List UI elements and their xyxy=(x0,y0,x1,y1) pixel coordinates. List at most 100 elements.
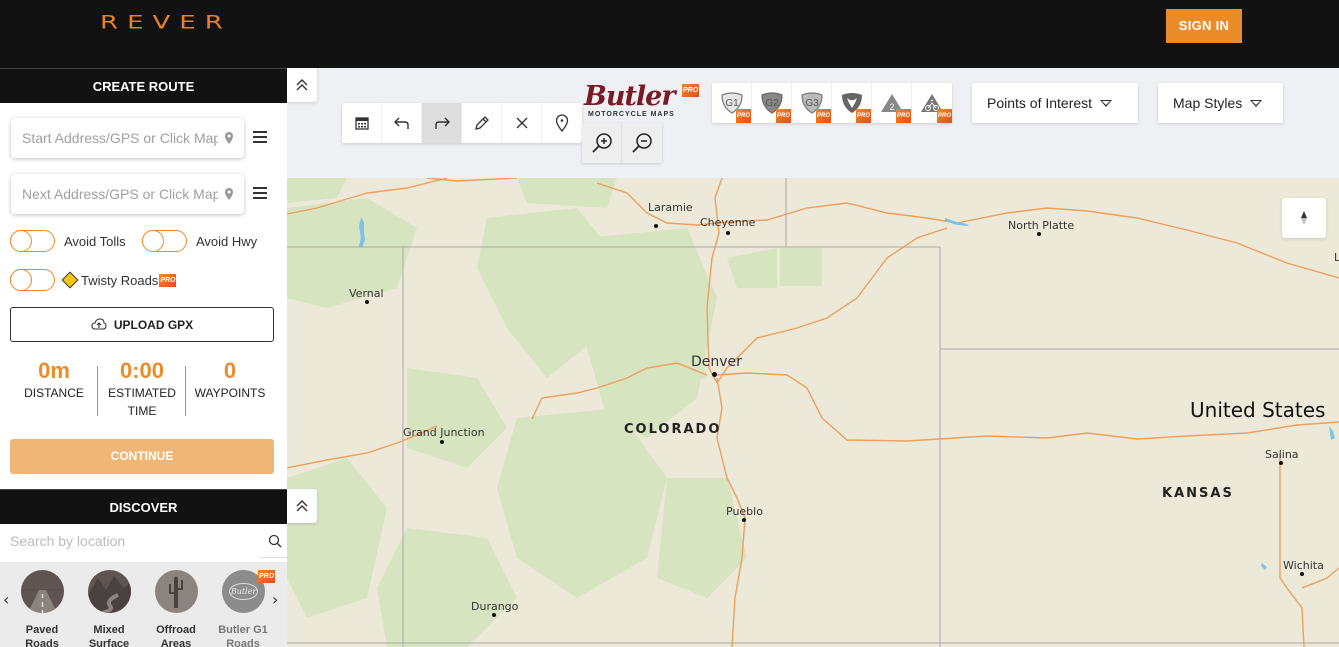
city-label[interactable]: North Platte xyxy=(1008,219,1074,232)
search-icon[interactable] xyxy=(268,534,282,548)
points-of-interest-label: Points of Interest xyxy=(987,95,1093,111)
pencil-icon xyxy=(474,116,489,130)
pro-badge: PRO xyxy=(159,273,177,287)
estimated-time-stat: 0:00 ESTIMATED TIME xyxy=(107,358,177,420)
draw-button[interactable] xyxy=(462,103,502,143)
country-label: United States xyxy=(1190,398,1326,422)
svg-text:G2: G2 xyxy=(765,98,779,109)
map-canvas[interactable]: Laramie Cheyenne North Platte Vernal Den… xyxy=(287,178,1339,647)
avoid-hwy-row: Avoid Hwy xyxy=(142,229,258,252)
city-dot xyxy=(1300,572,1304,576)
svg-text:G3: G3 xyxy=(805,98,819,109)
chevron-left-icon[interactable]: ‹ xyxy=(3,590,9,609)
layer-dirt-bike-button[interactable]: PRO xyxy=(912,83,952,123)
city-label[interactable]: Grand Junction xyxy=(403,426,485,439)
waypoints-stat: 0 WAYPOINTS xyxy=(190,358,270,402)
category-label: Paved Roads xyxy=(25,624,59,647)
city-label[interactable]: Salina xyxy=(1265,448,1299,461)
butler-layer-buttons: G1 PRO G2 PRO G3 PRO PRO 2 PRO PRO xyxy=(712,83,952,123)
collapse-create-route-button[interactable] xyxy=(287,68,317,102)
city-label[interactable]: Cheyenne xyxy=(700,216,755,229)
compass-icon xyxy=(1301,211,1307,225)
city-label[interactable]: Laramie xyxy=(648,201,693,214)
svg-text:G1: G1 xyxy=(725,98,739,109)
calendar-button[interactable] xyxy=(342,103,382,143)
next-address-input[interactable] xyxy=(11,174,244,214)
collapse-discover-button[interactable] xyxy=(287,489,317,523)
avoid-hwy-label: Avoid Hwy xyxy=(196,233,258,249)
terrain-forest xyxy=(287,178,822,647)
undo-icon xyxy=(393,117,409,129)
map-styles-dropdown[interactable]: Map Styles xyxy=(1158,83,1283,123)
points-of-interest-dropdown[interactable]: Points of Interest xyxy=(972,83,1138,123)
upload-gpx-label: UPLOAD GPX xyxy=(113,317,194,332)
category-paved-roads[interactable]: Paved Roads xyxy=(12,570,72,647)
svg-text:2: 2 xyxy=(889,102,894,112)
city-label[interactable]: Wichita xyxy=(1283,559,1324,572)
twisty-road-sign-icon xyxy=(61,271,79,289)
pro-badge: PRO xyxy=(815,109,831,123)
zoom-in-button[interactable] xyxy=(582,123,622,163)
category-offroad-areas[interactable]: Offroad Areas xyxy=(146,570,206,647)
double-chevron-up-icon xyxy=(296,79,308,91)
close-icon xyxy=(516,117,527,129)
layer-g1-button[interactable]: G1 PRO xyxy=(712,83,752,123)
waypoints-caption: WAYPOINTS xyxy=(194,386,266,400)
city-label[interactable]: Vernal xyxy=(349,287,384,300)
city-dot xyxy=(1037,232,1041,236)
search-location-input[interactable] xyxy=(0,524,260,558)
avoid-hwy-toggle[interactable] xyxy=(142,229,187,252)
cloud-upload-icon xyxy=(91,318,107,330)
layer-g2-button[interactable]: G2 PRO xyxy=(752,83,792,123)
estimated-time-caption: ESTIMATED TIME xyxy=(108,386,176,418)
svg-text:Butler: Butler xyxy=(229,587,257,596)
chevron-right-icon[interactable]: › xyxy=(272,590,278,609)
clear-route-button[interactable] xyxy=(502,103,542,143)
route-toolbar xyxy=(342,103,582,143)
layer-mountain-button[interactable]: 2 PRO xyxy=(872,83,912,123)
butler-maps-logo[interactable]: Butler MOTORCYCLE MAPS PRO xyxy=(582,82,700,122)
chevron-down-icon xyxy=(1250,99,1263,107)
reorder-menu-icon[interactable] xyxy=(253,187,267,199)
city-dot xyxy=(712,372,717,377)
zoom-controls xyxy=(582,123,662,163)
compass-button[interactable] xyxy=(1282,198,1326,238)
layer-bull-button[interactable]: PRO xyxy=(832,83,872,123)
pro-badge: PRO xyxy=(936,109,952,123)
city-label[interactable]: Denver xyxy=(691,354,742,370)
avoid-tolls-row: Avoid Tolls xyxy=(10,229,126,252)
city-label[interactable]: Durango xyxy=(471,600,518,613)
zoom-out-button[interactable] xyxy=(622,123,662,163)
category-mixed-surface[interactable]: Mixed Surface xyxy=(79,570,139,647)
add-waypoint-button[interactable] xyxy=(542,103,582,143)
start-address-input[interactable] xyxy=(11,118,244,158)
avoid-tolls-toggle[interactable] xyxy=(10,229,55,252)
next-address-row xyxy=(11,174,281,214)
city-dot xyxy=(1279,461,1283,465)
redo-button[interactable] xyxy=(422,103,462,143)
pro-badge: PRO xyxy=(895,109,911,123)
reorder-menu-icon[interactable] xyxy=(253,131,267,143)
rever-logo[interactable]: REVER xyxy=(100,12,232,34)
upload-gpx-button[interactable]: UPLOAD GPX xyxy=(10,307,274,342)
zoom-in-icon xyxy=(591,133,612,153)
distance-stat: 0m DISTANCE xyxy=(14,358,94,402)
butler-subtitle: MOTORCYCLE MAPS xyxy=(588,111,675,118)
layer-g3-button[interactable]: G3 PRO xyxy=(792,83,832,123)
category-label: Mixed Surface xyxy=(88,624,130,647)
waypoints-value: 0 xyxy=(223,358,237,383)
state-label: COLORADO xyxy=(624,422,722,437)
continue-button[interactable]: CONTINUE xyxy=(10,439,274,474)
divider xyxy=(97,366,98,416)
undo-button[interactable] xyxy=(382,103,422,143)
estimated-time-value: 0:00 xyxy=(119,358,165,383)
discover-search xyxy=(0,524,287,558)
category-butler-g1-roads[interactable]: Butler PRO Butler G1 Roads xyxy=(213,570,276,647)
twisty-roads-toggle[interactable] xyxy=(10,268,55,291)
double-chevron-up-icon xyxy=(296,500,308,512)
pro-badge: PRO xyxy=(258,570,276,583)
distance-caption: DISTANCE xyxy=(24,386,84,400)
sign-in-button[interactable]: SIGN IN xyxy=(1166,9,1242,43)
city-label[interactable]: Pueblo xyxy=(726,505,763,518)
category-label: Offroad Areas xyxy=(156,624,196,647)
